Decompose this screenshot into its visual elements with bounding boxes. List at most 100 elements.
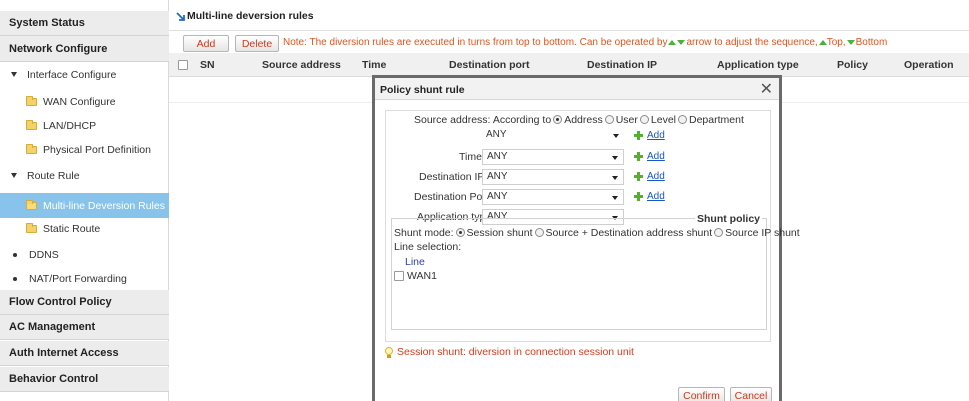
time-select[interactable]: ANY: [482, 149, 624, 165]
column-header-time: Time: [362, 59, 387, 71]
bullet-icon: [13, 252, 17, 257]
top-icon: [818, 40, 827, 45]
line-column-header: Line: [405, 256, 425, 268]
note-part2: arrow to adjust the sequence,: [686, 37, 818, 48]
add-destination-port-link[interactable]: Add: [634, 191, 665, 202]
column-header-sn: SN: [200, 59, 215, 71]
sidebar-item-route-rule[interactable]: Route Rule: [0, 163, 169, 188]
confirm-button[interactable]: Confirm: [678, 387, 725, 401]
add-time-link[interactable]: Add: [634, 151, 665, 162]
column-header-destination-port: Destination port: [449, 59, 530, 71]
sidebar-item-physical-port[interactable]: Physical Port Definition: [0, 137, 169, 162]
bullet-icon: [13, 276, 17, 281]
radio-src-ip-shunt[interactable]: [714, 228, 724, 237]
sidebar-item-ac-management[interactable]: AC Management: [0, 315, 169, 340]
add-link-label: Add: [647, 191, 665, 202]
sidebar-item-label: Interface Configure: [27, 68, 117, 81]
sidebar-item-label: Multi-line Deversion Rules: [43, 199, 165, 212]
chevron-down-icon: [613, 134, 619, 138]
sidebar-item-static-route[interactable]: Static Route: [0, 216, 169, 241]
expand-triangle-icon: [11, 72, 17, 77]
sidebar-item-label: Flow Control Policy: [9, 296, 112, 308]
sidebar-item-label: Network Configure: [9, 42, 108, 55]
dialog-header: Policy shunt rule ✕: [375, 78, 779, 100]
sidebar-item-behavior-control[interactable]: Behavior Control: [0, 367, 169, 392]
cancel-button[interactable]: Cancel: [730, 387, 772, 401]
radio-src-dst-shunt-label: Source + Destination address shunt: [545, 227, 713, 239]
radio-src-dst-shunt[interactable]: [534, 228, 544, 237]
sidebar-item-label: WAN Configure: [43, 95, 116, 108]
select-all-checkbox[interactable]: [178, 60, 188, 70]
lightbulb-icon: [385, 346, 393, 358]
radio-user[interactable]: [604, 115, 614, 124]
chevron-down-icon: [612, 196, 618, 200]
add-button[interactable]: Add: [183, 35, 229, 52]
column-header-policy: Policy: [837, 59, 868, 71]
according-to-label: According to: [492, 114, 552, 126]
sidebar-item-network-configure[interactable]: Network Configure: [0, 36, 169, 62]
arrow-up-icon: [668, 40, 677, 45]
radio-src-ip-shunt-label: Source IP shunt: [725, 227, 800, 239]
add-link-label: Add: [647, 171, 665, 182]
source-address-select[interactable]: ANY: [482, 128, 624, 144]
radio-session-shunt[interactable]: [455, 228, 465, 237]
close-icon[interactable]: ✕: [760, 79, 773, 99]
sidebar-item-label: Behavior Control: [9, 373, 99, 385]
select-value: ANY: [487, 171, 508, 182]
add-source-link[interactable]: Add: [634, 130, 665, 141]
table-header: SN Source address Time Destination port …: [169, 53, 969, 77]
dialog-title: Policy shunt rule: [380, 84, 465, 96]
sidebar-item-lan-dhcp[interactable]: LAN/DHCP: [0, 113, 169, 138]
sidebar-item-label: Auth Internet Access: [9, 347, 119, 359]
page-title-text: Multi-line deversion rules: [187, 10, 314, 22]
hint-text: Session shunt: diversion in connection s…: [385, 346, 634, 358]
chevron-down-icon: [612, 176, 618, 180]
sidebar-item-multiline-rules[interactable]: Multi-line Deversion Rules: [0, 193, 169, 218]
radio-level[interactable]: [639, 115, 649, 124]
destination-port-select[interactable]: ANY: [482, 189, 624, 205]
sidebar-item-auth-internet[interactable]: Auth Internet Access: [0, 341, 169, 366]
folder-icon: [26, 222, 37, 233]
sidebar-item-nat-port-forwarding[interactable]: NAT/Port Forwarding: [0, 266, 169, 291]
arrow-down-icon: [677, 40, 686, 45]
radio-address-label: Address: [564, 114, 603, 126]
radio-address[interactable]: [553, 115, 563, 124]
expand-triangle-icon: [11, 173, 17, 178]
sidebar-item-ddns[interactable]: DDNS: [0, 242, 169, 267]
sidebar: System Status Network Configure Interfac…: [0, 0, 169, 401]
sidebar-item-label: Route Rule: [27, 169, 80, 182]
policy-shunt-rule-dialog: Policy shunt rule ✕ Source address: Acco…: [372, 75, 800, 401]
delete-button[interactable]: Delete: [235, 35, 279, 52]
sidebar-item-wan-configure[interactable]: WAN Configure: [0, 89, 169, 114]
sidebar-item-interface-configure[interactable]: Interface Configure: [0, 62, 169, 87]
wan1-option[interactable]: WAN1: [394, 270, 437, 282]
hint-label: Session shunt: diversion in connection s…: [397, 346, 634, 358]
sidebar-item-label: Static Route: [43, 222, 101, 235]
column-header-operation: Operation: [904, 59, 954, 71]
select-value: ANY: [486, 129, 507, 140]
folder-icon: [26, 199, 37, 210]
note-bottom: Bottom: [855, 37, 888, 48]
add-link-label: Add: [647, 130, 665, 141]
wan1-checkbox[interactable]: [394, 271, 404, 281]
column-header-source-address: Source address: [262, 59, 341, 71]
destination-port-label: Destination Port:: [414, 191, 492, 203]
destination-ip-select[interactable]: ANY: [482, 169, 624, 185]
folder-icon: [26, 95, 37, 106]
shunt-mode-row: Shunt mode: Session shunt Source + Destina…: [394, 227, 800, 239]
column-header-application-type: Application type: [717, 59, 799, 71]
folder-icon: [26, 143, 37, 154]
page-title: Multi-line deversion rules: [176, 10, 314, 22]
radio-department[interactable]: [678, 115, 687, 124]
radio-session-shunt-label: Session shunt: [466, 227, 533, 239]
chevron-down-icon: [612, 156, 618, 160]
sidebar-item-flow-control[interactable]: Flow Control Policy: [0, 290, 169, 315]
destination-ip-label: Destination IP:: [419, 171, 488, 183]
add-destination-ip-link[interactable]: Add: [634, 171, 665, 182]
wan1-label: WAN1: [407, 270, 437, 282]
column-header-destination-ip: Destination IP: [587, 59, 658, 71]
note-text: Note: The diversion rules are executed i…: [283, 37, 887, 48]
sidebar-item-system-status[interactable]: System Status: [0, 11, 169, 36]
plus-icon: [634, 172, 643, 181]
sidebar-item-label: System Status: [9, 17, 85, 29]
